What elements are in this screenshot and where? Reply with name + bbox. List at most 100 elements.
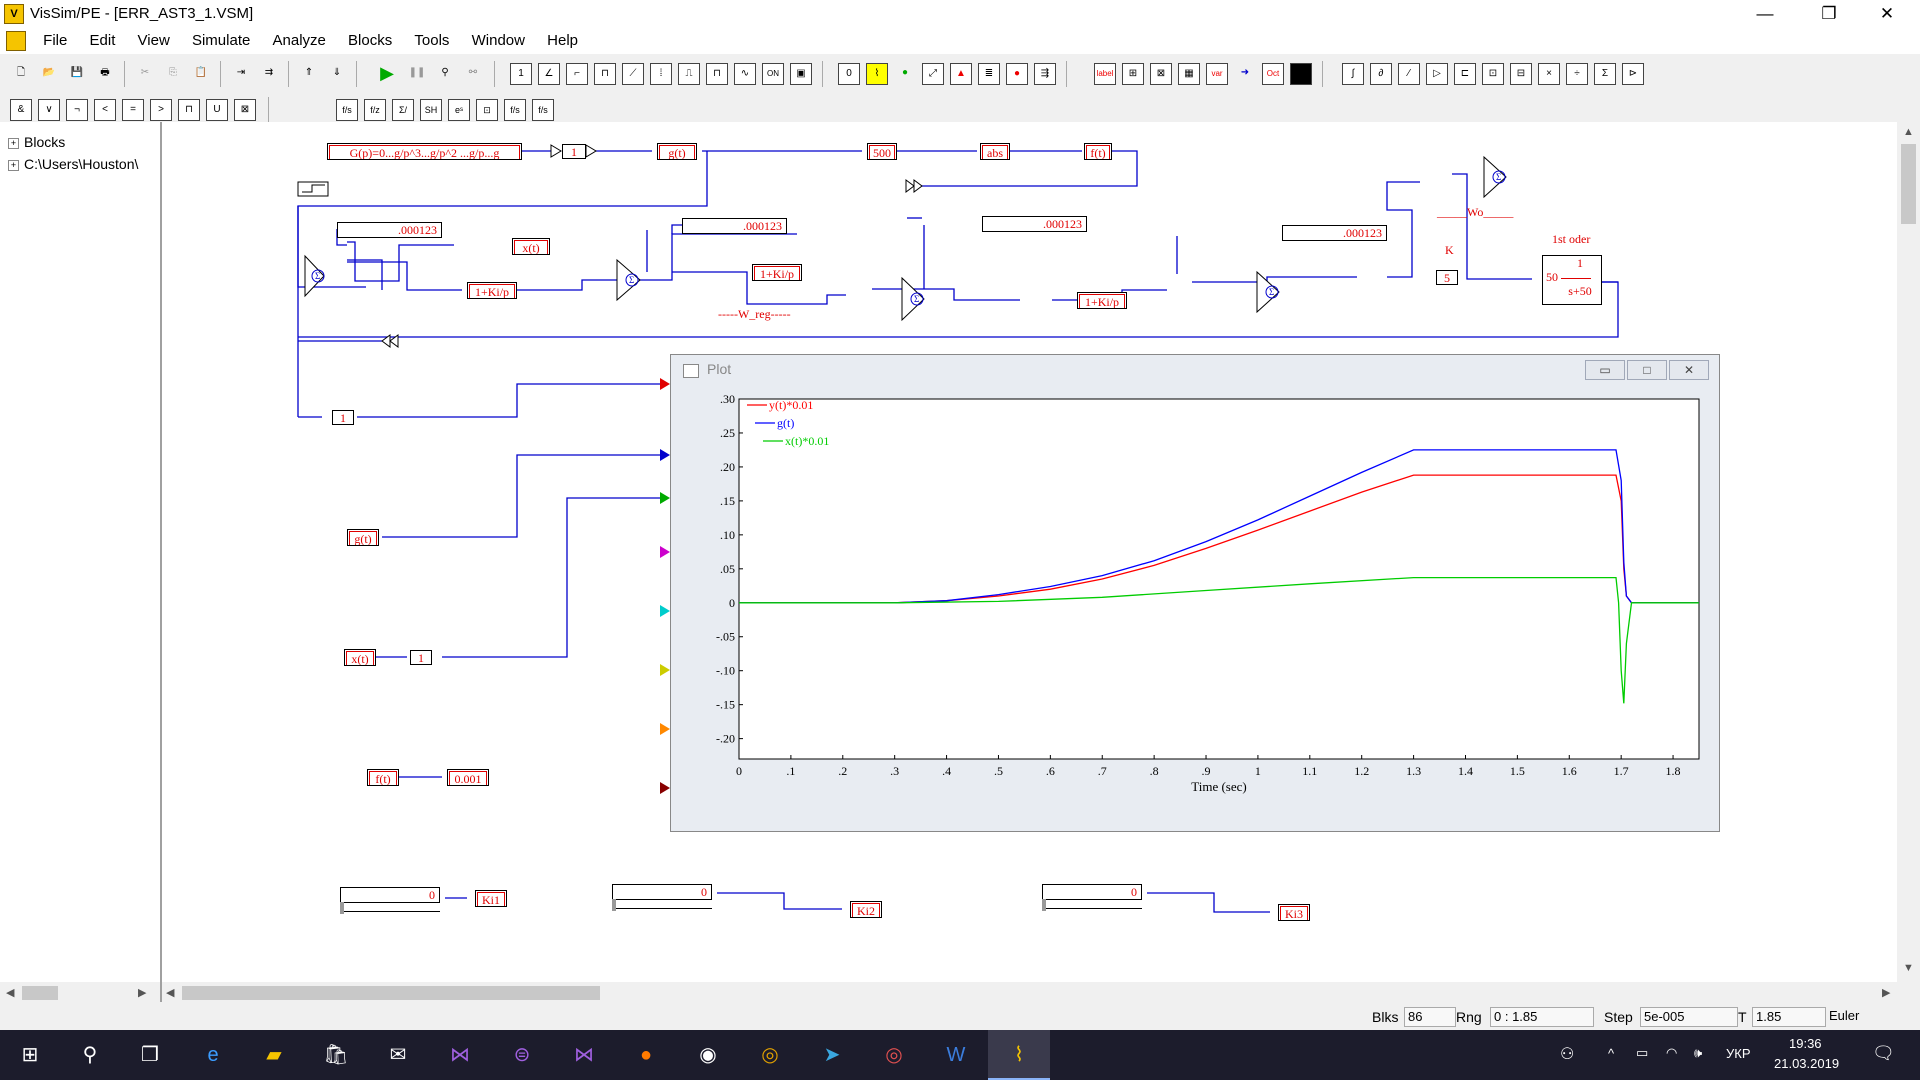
scroll-left-icon[interactable]: ◀ <box>6 986 14 999</box>
histogram-icon[interactable]: ≣ <box>978 63 1000 85</box>
slider-ki1[interactable]: 0 <box>340 887 440 903</box>
wire-right-icon[interactable]: ⇥ <box>230 63 252 85</box>
slider-track-1[interactable] <box>340 907 440 912</box>
meter-icon[interactable]: 0 <box>838 63 860 85</box>
print-icon[interactable]: 🖶 <box>94 63 116 85</box>
gain-0001-block[interactable]: 0.001 <box>447 769 489 786</box>
plot-window[interactable]: Plot ▭ □ ✕ 0 .1 .2 .3 .4 .5 .6 .7 .8 .9 1 1.1 1.2 1.3… <box>670 354 1720 832</box>
compare-icon[interactable]: < <box>94 99 116 121</box>
unit-block-c[interactable]: 1 <box>410 650 432 665</box>
summing-junction-icon[interactable]: Σ <box>1594 63 1616 85</box>
equal-icon[interactable]: = <box>122 99 144 121</box>
slider-thumb-1[interactable] <box>340 902 344 914</box>
file-explorer-icon[interactable]: ▰ <box>258 1039 290 1071</box>
variable-f-in[interactable]: f(t) <box>367 769 399 786</box>
stop-block-icon[interactable]: ● <box>1006 63 1028 85</box>
fn-icon-4[interactable]: SH <box>420 99 442 121</box>
plot-block-icon[interactable]: ⌇ <box>866 63 888 85</box>
menu-blocks[interactable]: Blocks <box>339 28 401 54</box>
scroll-right-icon[interactable]: ▶ <box>138 986 146 999</box>
xor-icon[interactable]: ⊠ <box>234 99 256 121</box>
xy-plot-icon[interactable]: ⤢ <box>922 63 944 85</box>
battery-icon[interactable]: ▭ <box>1636 1045 1648 1061</box>
vertical-scroll-thumb[interactable] <box>1901 144 1916 224</box>
notification-icon[interactable]: 🗨 <box>1872 1043 1895 1064</box>
greater-icon[interactable]: > <box>150 99 172 121</box>
clock-time[interactable]: 19:36 <box>1789 1036 1822 1051</box>
tray-chevron-icon[interactable]: ^ <box>1608 1046 1614 1061</box>
chrome-icon[interactable]: ◎ <box>754 1039 786 1071</box>
constant-block-1[interactable]: .000123 <box>337 222 442 238</box>
variable-ki2[interactable]: Ki2 <box>850 901 882 918</box>
telegram-icon[interactable]: ➤ <box>816 1039 848 1071</box>
minimize-button[interactable]: — <box>1742 0 1788 28</box>
bar-meter-icon[interactable]: ▲ <box>950 63 972 85</box>
fn-icon-3[interactable]: Σ/ <box>392 99 414 121</box>
wire-align-icon[interactable]: ⇉ <box>258 63 280 85</box>
vertical-scrollbar[interactable]: ▲ ▼ <box>1897 122 1920 982</box>
variable-ki1[interactable]: Ki1 <box>475 890 507 907</box>
start-icon[interactable]: ⊞ <box>14 1039 46 1071</box>
square-wave-icon[interactable]: ⎍ <box>678 63 700 85</box>
plot-minimize-button[interactable]: ▭ <box>1585 360 1625 380</box>
move-up-icon[interactable]: ⇑ <box>298 63 320 85</box>
maximize-button[interactable]: ❐ <box>1806 0 1852 28</box>
task-view-icon[interactable]: ❐ <box>134 1039 166 1071</box>
edge-browser-icon[interactable]: e <box>197 1039 229 1071</box>
open-folder-icon[interactable]: 📂 <box>38 63 60 85</box>
menu-help[interactable]: Help <box>538 28 587 54</box>
switch-icon[interactable]: ⊓ <box>178 99 200 121</box>
unit-delay-block[interactable]: 1 <box>562 144 586 159</box>
close-button[interactable]: ✕ <box>1864 0 1910 28</box>
variable-x-out[interactable]: x(t) <box>512 238 550 255</box>
scroll-up-icon[interactable]: ▲ <box>1903 126 1914 138</box>
visual-studio-3-icon[interactable]: ⋈ <box>568 1039 600 1071</box>
chrome-profile-icon[interactable]: ◎ <box>878 1039 910 1071</box>
plot-chart[interactable]: 0 .1 .2 .3 .4 .5 .6 .7 .8 .9 1 1.1 1.2 1.3 1.4 1.5 1.6 1.… <box>705 395 1705 795</box>
menu-view[interactable]: View <box>129 28 179 54</box>
boolean-or-icon[interactable]: ∨ <box>38 99 60 121</box>
wifi-icon[interactable]: ◠ <box>1666 1045 1677 1061</box>
compound-icon[interactable]: ⊞ <box>1122 63 1144 85</box>
plot-close-button[interactable]: ✕ <box>1669 360 1709 380</box>
expand-icon[interactable]: + <box>8 159 19 171</box>
gain-block-icon[interactable]: ∠ <box>538 63 560 85</box>
sample-hold-icon[interactable]: ⊟ <box>1510 63 1532 85</box>
multiplier-icon[interactable]: × <box>1538 63 1560 85</box>
menu-tools[interactable]: Tools <box>405 28 458 54</box>
link-icon[interactable]: ⚯ <box>462 63 484 85</box>
variable-icon[interactable]: var <box>1206 63 1228 85</box>
people-icon[interactable]: ⚇ <box>1560 1044 1574 1064</box>
unit-block-b[interactable]: 1 <box>332 410 354 425</box>
step-icon[interactable]: ⚲ <box>434 63 456 85</box>
variable-ki3[interactable]: Ki3 <box>1278 904 1310 921</box>
export-icon[interactable]: ⇶ <box>1034 63 1056 85</box>
language-indicator[interactable]: УКР <box>1726 1046 1751 1061</box>
scroll-right-icon[interactable]: ▶ <box>1882 986 1890 999</box>
tree-item-user-folder[interactable]: + C:\Users\Houston\ <box>8 156 138 172</box>
constant-500-block[interactable]: 500 <box>867 143 897 160</box>
slider-ki2[interactable]: 0 <box>612 884 712 900</box>
menu-window[interactable]: Window <box>463 28 534 54</box>
delay-icon[interactable]: ▷ <box>1426 63 1448 85</box>
relay-icon[interactable]: ⊳ <box>1622 63 1644 85</box>
slider-thumb-3[interactable] <box>1042 899 1046 911</box>
variable-g-in[interactable]: g(t) <box>347 529 379 546</box>
run-icon[interactable]: ▶ <box>376 63 398 85</box>
divider-icon[interactable]: ÷ <box>1566 63 1588 85</box>
tree-item-blocks[interactable]: + Blocks <box>8 134 65 150</box>
pulse-train-icon[interactable]: ⊓ <box>706 63 728 85</box>
tree-horizontal-scrollbar[interactable]: ◀ ▶ <box>0 982 160 1004</box>
volume-icon[interactable]: 🕪 <box>1694 1045 1702 1061</box>
store-icon[interactable]: 🛍 <box>320 1039 352 1071</box>
step-block-icon[interactable]: ⌐ <box>566 63 588 85</box>
menu-file[interactable]: File <box>34 28 76 54</box>
mail-icon[interactable]: ✉ <box>382 1039 414 1071</box>
canvas-scroll-thumb[interactable] <box>182 986 600 1000</box>
fn-icon-8[interactable]: f/s <box>532 99 554 121</box>
slider-track-2[interactable] <box>612 904 712 909</box>
merge-icon[interactable]: U <box>206 99 228 121</box>
label-block-icon[interactable]: label <box>1094 63 1116 85</box>
map-icon[interactable]: ▦ <box>1178 63 1200 85</box>
fn-icon-5[interactable]: eˢ <box>448 99 470 121</box>
